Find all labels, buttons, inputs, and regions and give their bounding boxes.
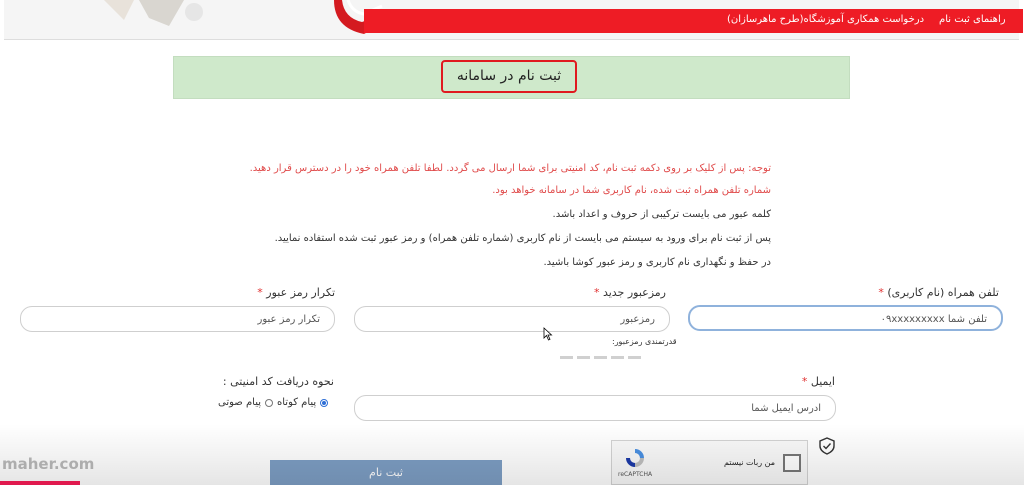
password-field[interactable] (354, 306, 670, 332)
radio-voice-label[interactable]: پیام صوتی (218, 397, 261, 408)
strength-bar-segment (577, 356, 590, 359)
shield-check-icon (819, 437, 835, 455)
strength-bar-segment (594, 356, 607, 359)
site-header: راهنمای ثبت نام درخواست همکاری آموزشگاه(… (4, 0, 1023, 40)
note-keep-safe: در حفظ و نگهداری نام کاربری و رمز عبور ک… (543, 257, 771, 268)
code-method-options: پیام کوتاه پیام صوتی (218, 397, 329, 408)
strength-bar-segment (628, 356, 641, 359)
required-mark: * (593, 286, 600, 299)
recaptcha-checkbox[interactable] (783, 454, 801, 472)
note-login-info: پس از ثبت نام برای ورود به سیستم می بایس… (274, 233, 771, 244)
recaptcha-label: من ربات نیستم (723, 458, 775, 467)
phone-label-text: تلفن همراه (نام کاربری) (887, 286, 999, 299)
register-submit-button[interactable]: ثبت نام (270, 460, 502, 485)
nav-link-registration-guide[interactable]: راهنمای ثبت نام (939, 14, 1006, 25)
nav-link-school-cooperation[interactable]: درخواست همکاری آموزشگاه(طرح ماهرسازان) (727, 14, 924, 25)
email-label-text: ایمیل (810, 375, 835, 388)
recaptcha-widget: من ربات نیستم reCAPTCHA (611, 440, 808, 485)
confirm-password-label: تکرار رمز عبور * (257, 286, 335, 299)
page-title: ثبت نام در سامانه (456, 68, 562, 84)
header-banner-art (104, 0, 203, 26)
code-method-label: نحوه دریافت کد امنیتی : (222, 375, 334, 388)
phone-field[interactable] (688, 305, 1003, 331)
password-label: رمزعبور جدید * (594, 286, 666, 299)
email-input[interactable] (355, 396, 835, 421)
note-username: شماره تلفن همراه ثبت شده، نام کاربری شما… (492, 185, 771, 196)
radio-sms-label[interactable]: پیام کوتاه (277, 397, 316, 408)
password-strength-label: قدرتمندی رمزعبور: (612, 337, 677, 346)
email-label: ایمیل * (802, 375, 835, 388)
video-progress-line (0, 481, 80, 485)
video-overlay-shade (0, 424, 1024, 485)
password-label-text: رمزعبور جدید (602, 286, 666, 299)
radio-sms[interactable] (320, 398, 329, 407)
recaptcha-logo-icon (626, 449, 644, 467)
confirm-password-input[interactable] (21, 307, 334, 332)
required-mark: * (878, 286, 884, 299)
required-mark: * (801, 375, 808, 388)
title-highlight-frame: ثبت نام در سامانه (441, 60, 577, 93)
confirm-label-text: تکرار رمز عبور (266, 286, 335, 299)
strength-bar-segment (560, 356, 573, 359)
confirm-password-field[interactable] (20, 306, 335, 332)
phone-label: تلفن همراه (نام کاربری) * (878, 286, 999, 299)
password-input[interactable] (355, 307, 669, 332)
strength-bar-segment (611, 356, 624, 359)
registration-page: راهنمای ثبت نام درخواست همکاری آموزشگاه(… (0, 0, 1024, 485)
watermark-text: maher.com (2, 455, 95, 473)
phone-input[interactable] (690, 308, 1001, 331)
header-nav-bar (364, 9, 1023, 33)
recaptcha-brand: reCAPTCHA (618, 471, 653, 478)
note-security-code: توجه: پس از کلیک بر روی دکمه ثبت نام، کد… (249, 163, 771, 174)
email-field[interactable] (354, 395, 836, 421)
mouse-cursor-icon (543, 327, 553, 341)
note-password-rule: کلمه عبور می بایست ترکیبی از حروف و اعدا… (552, 209, 771, 220)
required-mark: * (257, 286, 263, 299)
radio-voice[interactable] (265, 398, 273, 407)
